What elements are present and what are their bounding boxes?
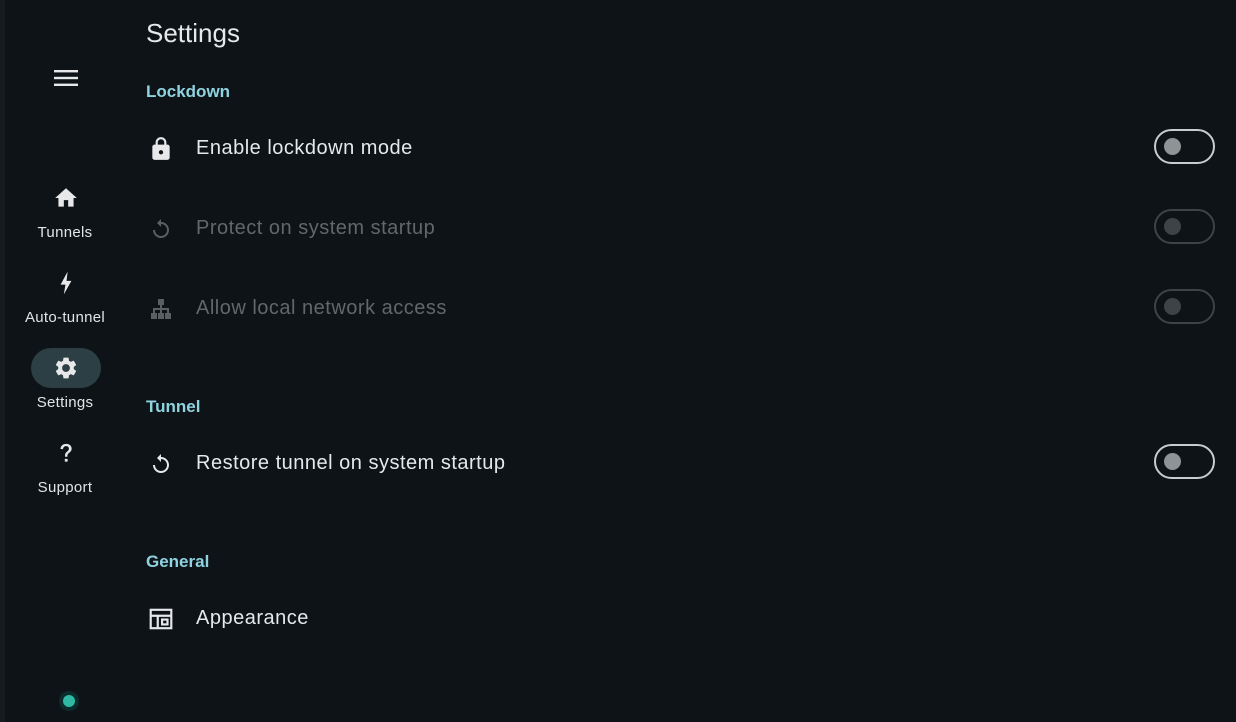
toggle-knob [1164,453,1181,470]
toggle-knob [1164,298,1181,315]
page-title: Settings [146,18,240,48]
section-header-lockdown: Lockdown [146,82,231,101]
local-network-access-toggle [1154,289,1215,324]
toggle-knob [1164,218,1181,235]
setting-label: Protect on system startup [196,217,436,239]
nav-item-auto-tunnel[interactable]: Auto-tunnel [5,263,125,343]
restore-tunnel-toggle[interactable] [1154,444,1215,479]
setting-enable-lockdown-mode[interactable]: Enable lockdown mode [140,116,1230,180]
nav-item-support[interactable]: Support [5,433,125,513]
menu-button[interactable] [46,58,86,98]
home-icon [55,188,77,207]
status-dot-inner [63,695,75,707]
lockdown-mode-toggle[interactable] [1154,129,1215,164]
setting-appearance[interactable]: Appearance [140,586,1230,650]
nav-label-auto-tunnel: Auto-tunnel [24,309,106,326]
nav-label-support: Support [37,479,93,496]
nav-label-settings: Settings [36,394,94,411]
section-header-tunnel: Tunnel [146,397,201,416]
layout-icon [148,606,174,632]
nav-label-tunnels: Tunnels [37,224,93,241]
network-tree-icon [148,296,174,322]
bolt-icon [60,271,72,295]
section-header-general: General [146,552,210,571]
lock-icon [148,136,174,162]
nav-pill-auto-tunnel [31,263,101,303]
toggle-knob [1164,138,1181,155]
nav-item-settings[interactable]: Settings [5,348,125,428]
connection-status-indicator [59,691,79,711]
hamburger-menu-icon[interactable] [53,68,79,88]
restart-icon [148,216,174,242]
setting-label: Enable lockdown mode [196,137,413,159]
protect-on-startup-toggle [1154,209,1215,244]
setting-label: Allow local network access [196,297,447,319]
nav-pill-settings [31,348,101,388]
setting-label: Restore tunnel on system startup [196,452,506,474]
nav-pill-tunnels [31,178,101,218]
setting-protect-on-system-startup: Protect on system startup [140,196,1230,260]
setting-restore-tunnel-on-startup[interactable]: Restore tunnel on system startup [140,431,1230,495]
gear-icon [55,357,77,379]
nav-item-tunnels[interactable]: Tunnels [5,178,125,258]
restart-icon [148,451,174,477]
app-window: Tunnels Auto-tunnel Settings Support Set… [0,0,1236,722]
navigation-rail: Tunnels Auto-tunnel Settings Support [5,0,125,722]
nav-pill-support [31,433,101,473]
setting-allow-local-network-access: Allow local network access [140,276,1230,340]
setting-label: Appearance [196,607,309,629]
question-mark-icon [60,443,72,462]
